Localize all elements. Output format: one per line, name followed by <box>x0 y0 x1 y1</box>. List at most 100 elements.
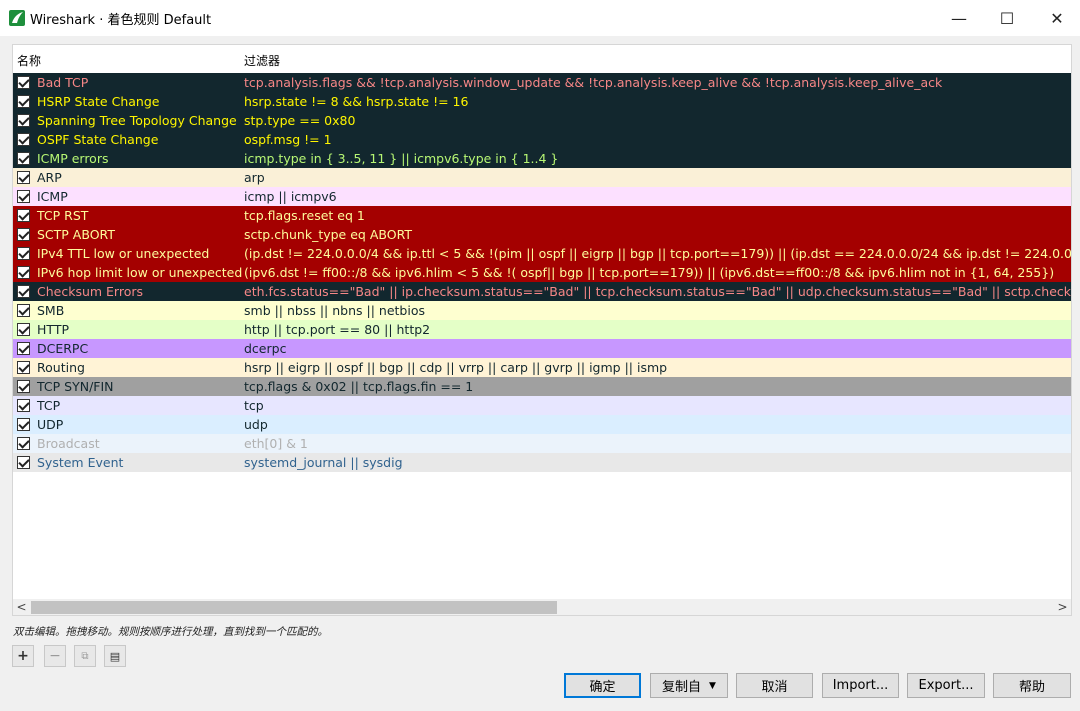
scrollbar-thumb[interactable] <box>31 601 557 614</box>
rule-name: IPv4 TTL low or unexpected <box>37 246 210 261</box>
remove-rule-button[interactable]: − <box>44 645 66 667</box>
rule-name: TCP <box>37 398 61 413</box>
rule-name: ARP <box>37 170 62 185</box>
rule-enabled-checkbox[interactable] <box>17 437 30 450</box>
rule-enabled-checkbox[interactable] <box>17 95 30 108</box>
rule-filter: (ip.dst != 224.0.0.0/4 && ip.ttl < 5 && … <box>244 246 1071 261</box>
rule-name: DCERPC <box>37 341 89 356</box>
rule-enabled-checkbox[interactable] <box>17 190 30 203</box>
cancel-button[interactable]: 取消 <box>736 673 813 698</box>
table-row[interactable]: Spanning Tree Topology Change stp.type ==… <box>13 111 1071 130</box>
rule-name: Routing <box>37 360 85 375</box>
rule-filter: eth.fcs.status=="Bad" || ip.checksum.sta… <box>244 284 1071 299</box>
ok-button[interactable]: 确定 <box>564 673 641 698</box>
rule-filter: arp <box>244 170 265 185</box>
rule-enabled-checkbox[interactable] <box>17 152 30 165</box>
table-row[interactable]: ICMP icmp || icmpv6 <box>13 187 1071 206</box>
table-row[interactable]: DCERPC dcerpc <box>13 339 1071 358</box>
table-row[interactable]: UDP udp <box>13 415 1071 434</box>
column-header-name[interactable]: 名称 <box>17 52 41 69</box>
clear-rules-button[interactable]: ▤ <box>104 645 126 667</box>
table-row[interactable]: ARP arp <box>13 168 1071 187</box>
copy-from-button[interactable]: 复制自 ▼ <box>650 673 728 698</box>
rule-enabled-checkbox[interactable] <box>17 266 30 279</box>
table-row[interactable]: Routing hsrp || eigrp || ospf || bgp || c… <box>13 358 1071 377</box>
table-row[interactable]: TCP RST tcp.flags.reset eq 1 <box>13 206 1071 225</box>
horizontal-scrollbar[interactable]: < > <box>13 599 1071 615</box>
rule-filter: tcp <box>244 398 264 413</box>
table-row[interactable]: Bad TCP tcp.analysis.flags && !tcp.analys… <box>13 73 1071 92</box>
rule-enabled-checkbox[interactable] <box>17 171 30 184</box>
scroll-right-arrow-icon[interactable]: > <box>1054 599 1071 615</box>
table-row[interactable]: HTTP http || tcp.port == 80 || http2 <box>13 320 1071 339</box>
rule-enabled-checkbox[interactable] <box>17 380 30 393</box>
rule-enabled-checkbox[interactable] <box>17 76 30 89</box>
rule-filter: stp.type == 0x80 <box>244 113 356 128</box>
rule-filter: smb || nbss || nbns || netbios <box>244 303 425 318</box>
rule-name: UDP <box>37 417 64 432</box>
rule-filter: icmp || icmpv6 <box>244 189 337 204</box>
export-button[interactable]: Export... <box>907 673 985 698</box>
table-row[interactable]: Broadcast eth[0] & 1 <box>13 434 1071 453</box>
rule-enabled-checkbox[interactable] <box>17 209 30 222</box>
table-row[interactable]: OSPF State Change ospf.msg != 1 <box>13 130 1071 149</box>
rule-enabled-checkbox[interactable] <box>17 247 30 260</box>
table-row[interactable]: System Event systemd_journal || sysdig <box>13 453 1071 472</box>
rule-filter: tcp.flags & 0x02 || tcp.flags.fin == 1 <box>244 379 474 394</box>
rule-name: HSRP State Change <box>37 94 160 109</box>
table-row[interactable]: SMB smb || nbss || nbns || netbios <box>13 301 1071 320</box>
rule-filter: ospf.msg != 1 <box>244 132 332 147</box>
rule-name: Checksum Errors <box>37 284 144 299</box>
rule-enabled-checkbox[interactable] <box>17 361 30 374</box>
rule-name: SMB <box>37 303 65 318</box>
title-bar: Wireshark · 着色规则 Default — ☐ ✕ <box>0 0 1080 36</box>
rule-filter: hsrp || eigrp || ospf || bgp || cdp || v… <box>244 360 668 375</box>
column-header-filter[interactable]: 过滤器 <box>244 52 280 69</box>
scroll-left-arrow-icon[interactable]: < <box>13 599 30 615</box>
wireshark-logo-icon <box>9 10 25 26</box>
table-row[interactable]: IPv4 TTL low or unexpected (ip.dst != 224… <box>13 244 1071 263</box>
import-button[interactable]: Import... <box>822 673 899 698</box>
rule-filter: dcerpc <box>244 341 287 356</box>
rule-name: Spanning Tree Topology Change <box>37 113 237 128</box>
usage-hint: 双击编辑。拖拽移动。规则按顺序进行处理，直到找到一个匹配的。 <box>13 626 328 638</box>
rule-filter: sctp.chunk_type eq ABORT <box>244 227 412 242</box>
rule-name: TCP SYN/FIN <box>37 379 114 394</box>
table-row[interactable]: TCP SYN/FIN tcp.flags & 0x02 || tcp.flags… <box>13 377 1071 396</box>
table-row[interactable]: Checksum Errors eth.fcs.status=="Bad" || … <box>13 282 1071 301</box>
rule-enabled-checkbox[interactable] <box>17 304 30 317</box>
rule-filter: eth[0] & 1 <box>244 436 308 451</box>
import-button-label: Import... <box>832 678 889 693</box>
copy-rule-button[interactable]: ⧉ <box>74 645 96 667</box>
table-row[interactable]: SCTP ABORT sctp.chunk_type eq ABORT <box>13 225 1071 244</box>
rule-enabled-checkbox[interactable] <box>17 399 30 412</box>
table-row[interactable]: IPv6 hop limit low or unexpected (ipv6.ds… <box>13 263 1071 282</box>
export-button-label: Export... <box>918 678 974 693</box>
rule-enabled-checkbox[interactable] <box>17 228 30 241</box>
window-title: Wireshark · 着色规则 Default <box>30 12 212 28</box>
maximize-button[interactable]: ☐ <box>982 0 1032 36</box>
coloring-rules-table: 名称 过滤器 Bad TCP tcp.analysis.flags && !tcp… <box>12 44 1072 616</box>
rule-name: System Event <box>37 455 124 470</box>
rule-enabled-checkbox[interactable] <box>17 342 30 355</box>
rule-enabled-checkbox[interactable] <box>17 418 30 431</box>
add-rule-button[interactable]: + <box>12 645 34 667</box>
rule-name: ICMP <box>37 189 68 204</box>
rule-enabled-checkbox[interactable] <box>17 114 30 127</box>
rule-name: Broadcast <box>37 436 100 451</box>
minimize-button[interactable]: — <box>934 0 984 36</box>
close-button[interactable]: ✕ <box>1032 0 1080 36</box>
rule-enabled-checkbox[interactable] <box>17 285 30 298</box>
table-row[interactable]: TCP tcp <box>13 396 1071 415</box>
rule-filter: tcp.flags.reset eq 1 <box>244 208 365 223</box>
table-row[interactable]: HSRP State Change hsrp.state != 8 && hsrp… <box>13 92 1071 111</box>
rule-filter: hsrp.state != 8 && hsrp.state != 16 <box>244 94 469 109</box>
help-button[interactable]: 帮助 <box>993 673 1071 698</box>
rule-enabled-checkbox[interactable] <box>17 456 30 469</box>
table-row[interactable]: ICMP errors icmp.type in { 3..5, 11 } || … <box>13 149 1071 168</box>
rule-enabled-checkbox[interactable] <box>17 133 30 146</box>
rule-name: TCP RST <box>37 208 89 223</box>
rule-enabled-checkbox[interactable] <box>17 323 30 336</box>
rule-name: IPv6 hop limit low or unexpected <box>37 265 243 280</box>
table-header: 名称 过滤器 <box>13 45 1071 72</box>
